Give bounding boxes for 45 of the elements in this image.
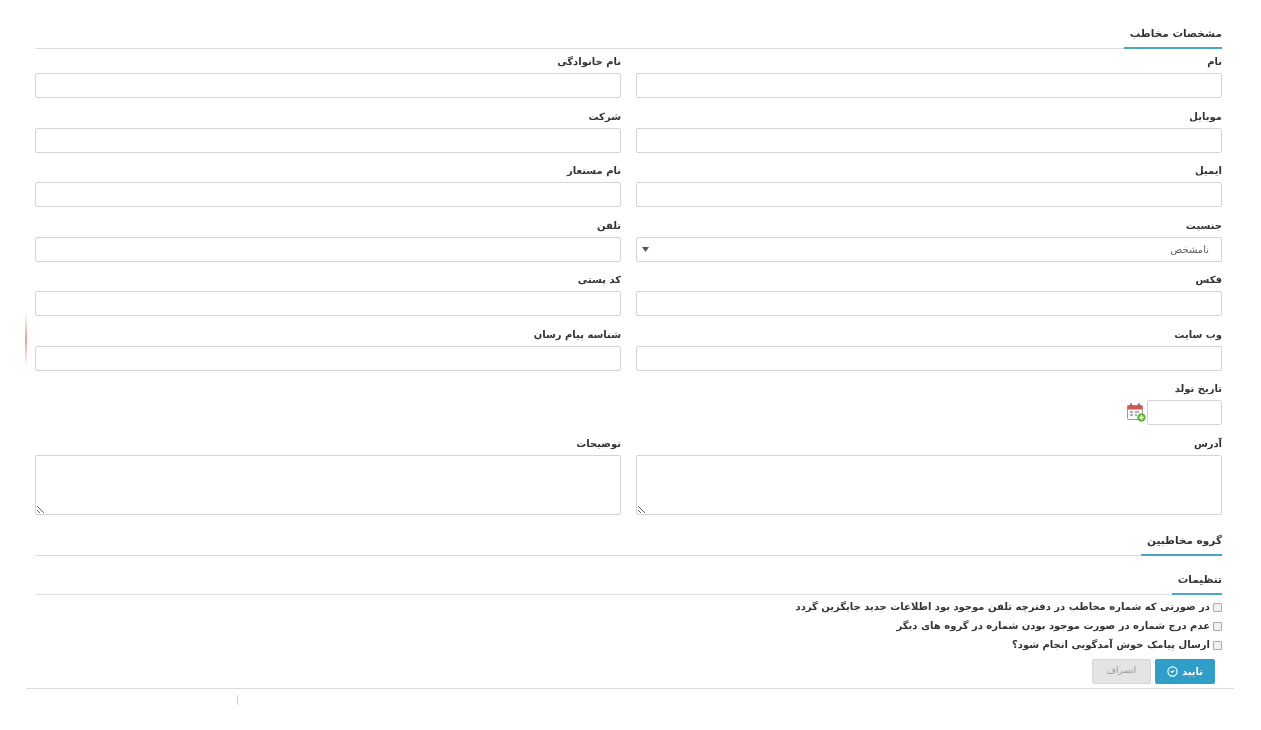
checkbox[interactable]: [1213, 621, 1222, 631]
field-label: نام مستعار: [567, 164, 621, 178]
textarea-field[interactable]: [35, 454, 621, 515]
field-label: شناسه پیام رسان: [533, 327, 621, 342]
calendar-icon[interactable]: [1127, 403, 1146, 422]
text-input[interactable]: [636, 127, 1222, 153]
field-label: فکس: [1195, 273, 1222, 287]
field-label: شرکت: [588, 109, 621, 124]
caret-icon: [642, 246, 649, 252]
text-input[interactable]: [35, 73, 621, 98]
confirm-button[interactable]: تایید: [1155, 658, 1215, 684]
field-label: ایمیل: [1195, 164, 1222, 178]
text-input[interactable]: [35, 127, 621, 153]
field-label: موبایل: [1189, 109, 1222, 124]
text-input[interactable]: [636, 291, 1222, 316]
field-label: توضیحات: [576, 436, 621, 451]
textarea-field[interactable]: [636, 454, 1222, 515]
select-field[interactable]: نامشخص: [636, 236, 1222, 262]
section-title: تنظیمات: [1171, 571, 1222, 595]
cancel-button[interactable]: انصراف: [1092, 658, 1151, 684]
checkbox-label: ارسال پیامک خوش آمدگویی انجام شود؟: [1011, 638, 1210, 652]
date-input[interactable]: [1147, 400, 1222, 425]
text-input[interactable]: [636, 182, 1222, 207]
edge-stripe: [25, 312, 27, 366]
field-label: جنسیت: [1185, 218, 1222, 233]
section-title: گروه مخاطبین: [1141, 532, 1222, 556]
checkbox[interactable]: [1213, 602, 1222, 612]
text-input[interactable]: [636, 345, 1222, 371]
field-label: وب سایت: [1174, 327, 1222, 342]
checkbox-label: در صورتی که شماره مخاطب در دفترچه تلفن موجود بود اطلاعات جدید جایگزین گردد: [795, 600, 1210, 614]
field-label: آدرس: [1193, 436, 1222, 451]
field-label: نام: [1207, 55, 1222, 69]
text-input[interactable]: [636, 73, 1222, 98]
field-label: تاریخ تولد: [1174, 382, 1222, 396]
field-label: کد پستی: [577, 273, 621, 287]
field-label: تلفن: [596, 218, 621, 233]
text-input[interactable]: [35, 345, 621, 371]
checkbox[interactable]: [1213, 640, 1222, 650]
text-input[interactable]: [35, 182, 621, 207]
field-label: نام خانوادگی: [557, 55, 621, 69]
check-circle-icon: [1166, 665, 1178, 677]
text-input[interactable]: [35, 291, 621, 316]
section-title: مشخصات مخاطب: [1123, 26, 1222, 49]
checkbox-label: عدم درج شماره در صورت موجود بودن شماره در گروه های دیگر: [896, 619, 1210, 633]
text-input[interactable]: [35, 236, 621, 262]
